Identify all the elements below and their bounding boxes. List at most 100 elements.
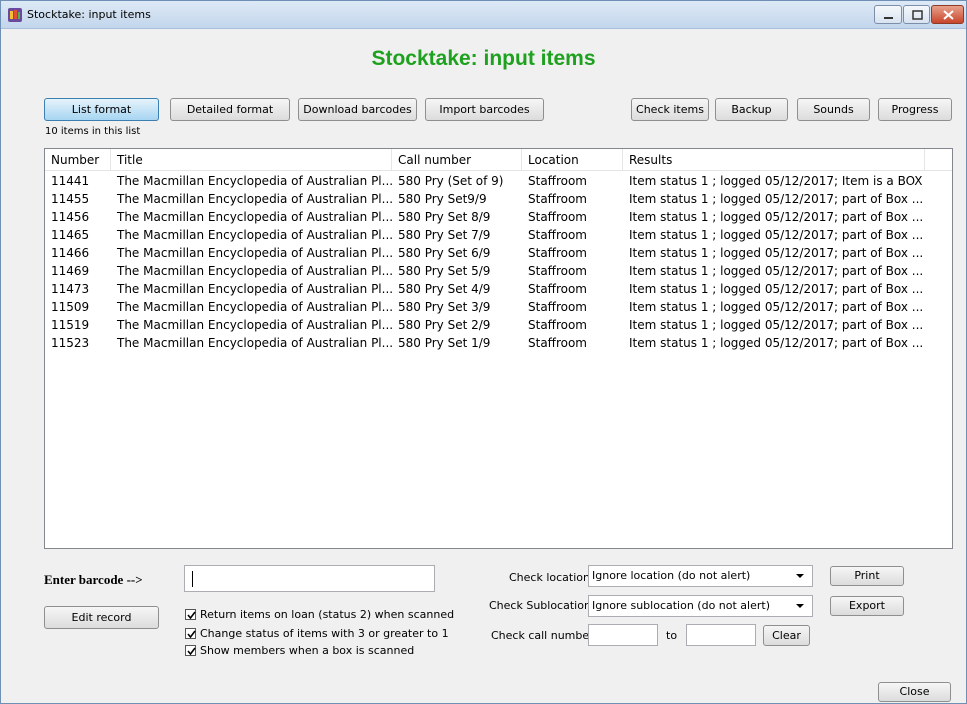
cell-results: Item status 1 ; logged 05/12/2017; part … <box>629 282 924 296</box>
cell-number: 11456 <box>51 210 90 224</box>
show-members-label: Show members when a box is scanned <box>200 644 415 657</box>
title-bar: Stocktake: input items <box>1 1 966 29</box>
checkmark-icon <box>187 647 196 656</box>
cell-location: Staffroom <box>528 282 587 296</box>
cell-results: Item status 1 ; logged 05/12/2017; part … <box>629 300 924 314</box>
cell-title: The Macmillan Encyclopedia of Australian… <box>117 282 392 296</box>
cell-location: Staffroom <box>528 192 587 206</box>
cell-location: Staffroom <box>528 264 587 278</box>
dropdown-arrow-icon <box>796 574 804 578</box>
cell-title: The Macmillan Encyclopedia of Australian… <box>117 174 392 188</box>
column-header-call-number[interactable]: Call number <box>392 149 522 171</box>
cell-results: Item status 1 ; logged 05/12/2017; part … <box>629 192 924 206</box>
export-button[interactable]: Export <box>830 596 904 616</box>
maximize-button[interactable] <box>903 5 930 24</box>
download-barcodes-button[interactable]: Download barcodes <box>298 98 417 121</box>
cell-call-number: 580 Pry Set 8/9 <box>398 210 491 224</box>
list-format-button[interactable]: List format <box>44 98 159 121</box>
cell-results: Item status 1 ; logged 05/12/2017; part … <box>629 246 924 260</box>
to-label: to <box>666 629 678 642</box>
sounds-button[interactable]: Sounds <box>797 98 870 121</box>
close-window-button[interactable] <box>931 5 964 24</box>
table-row[interactable]: 11469 The Macmillan Encyclopedia of Austr… <box>45 262 952 280</box>
call-number-from-input[interactable] <box>588 624 658 646</box>
maximize-icon <box>912 10 923 20</box>
cell-number: 11466 <box>51 246 90 260</box>
window-title: Stocktake: input items <box>27 8 151 21</box>
progress-button[interactable]: Progress <box>878 98 952 121</box>
check-location-select[interactable]: Ignore location (do not alert) <box>588 565 813 587</box>
cell-results: Item status 1 ; logged 05/12/2017; part … <box>629 210 924 224</box>
cell-title: The Macmillan Encyclopedia of Australian… <box>117 192 392 206</box>
table-row[interactable]: 11473 The Macmillan Encyclopedia of Austr… <box>45 280 952 298</box>
table-row[interactable]: 11441 The Macmillan Encyclopedia of Austr… <box>45 172 952 190</box>
close-icon <box>943 10 954 20</box>
check-location-label: Check location: <box>509 571 594 584</box>
cell-title: The Macmillan Encyclopedia of Australian… <box>117 210 392 224</box>
return-on-loan-checkbox[interactable] <box>185 609 196 620</box>
cell-call-number: 580 Pry Set 5/9 <box>398 264 491 278</box>
cell-location: Staffroom <box>528 210 587 224</box>
edit-record-button[interactable]: Edit record <box>44 606 159 629</box>
cell-results: Item status 1 ; logged 05/12/2017; part … <box>629 318 924 332</box>
cell-call-number: 580 Pry Set 6/9 <box>398 246 491 260</box>
table-row[interactable]: 11465 The Macmillan Encyclopedia of Austr… <box>45 226 952 244</box>
cell-number: 11465 <box>51 228 90 242</box>
cell-title: The Macmillan Encyclopedia of Australian… <box>117 318 392 332</box>
cell-number: 11519 <box>51 318 90 332</box>
backup-button[interactable]: Backup <box>715 98 788 121</box>
table-row[interactable]: 11519 The Macmillan Encyclopedia of Austr… <box>45 316 952 334</box>
cell-number: 11509 <box>51 300 90 314</box>
clear-button[interactable]: Clear <box>763 625 810 646</box>
check-sublocation-select[interactable]: Ignore sublocation (do not alert) <box>588 595 813 617</box>
cell-call-number: 580 Pry Set 4/9 <box>398 282 491 296</box>
print-button[interactable]: Print <box>830 566 904 586</box>
cell-location: Staffroom <box>528 300 587 314</box>
items-list[interactable]: Number Title Call number Location Result… <box>44 148 953 549</box>
table-row[interactable]: 11509 The Macmillan Encyclopedia of Austr… <box>45 298 952 316</box>
cell-results: Item status 1 ; logged 05/12/2017; part … <box>629 336 924 350</box>
cell-location: Staffroom <box>528 336 587 350</box>
cell-title: The Macmillan Encyclopedia of Australian… <box>117 336 392 350</box>
cell-location: Staffroom <box>528 246 587 260</box>
barcode-input[interactable] <box>184 565 435 592</box>
cell-call-number: 580 Pry Set 1/9 <box>398 336 491 350</box>
column-header-number[interactable]: Number <box>45 149 111 171</box>
barcode-label: Enter barcode --> <box>44 572 143 587</box>
checkmark-icon <box>187 630 196 639</box>
cell-call-number: 580 Pry Set 3/9 <box>398 300 491 314</box>
cell-call-number: 580 Pry Set 7/9 <box>398 228 491 242</box>
cell-title: The Macmillan Encyclopedia of Australian… <box>117 264 392 278</box>
table-row[interactable]: 11455 The Macmillan Encyclopedia of Austr… <box>45 190 952 208</box>
close-button[interactable]: Close <box>878 682 951 702</box>
call-number-to-input[interactable] <box>686 624 756 646</box>
table-row[interactable]: 11456 The Macmillan Encyclopedia of Austr… <box>45 208 952 226</box>
cell-number: 11523 <box>51 336 90 350</box>
column-header-location[interactable]: Location <box>522 149 623 171</box>
cell-call-number: 580 Pry Set 2/9 <box>398 318 491 332</box>
change-status-checkbox[interactable] <box>185 628 196 639</box>
check-location-value: Ignore location (do not alert) <box>592 569 751 582</box>
return-on-loan-label: Return items on loan (status 2) when sca… <box>200 608 455 621</box>
cell-call-number: 580 Pry Set9/9 <box>398 192 487 206</box>
column-header-title[interactable]: Title <box>111 149 392 171</box>
cell-number: 11469 <box>51 264 90 278</box>
table-row[interactable]: 11523 The Macmillan Encyclopedia of Austr… <box>45 334 952 352</box>
import-barcodes-button[interactable]: Import barcodes <box>425 98 544 121</box>
checkmark-icon <box>187 611 196 620</box>
cell-results: Item status 1 ; logged 05/12/2017; part … <box>629 228 924 242</box>
detailed-format-button[interactable]: Detailed format <box>170 98 290 121</box>
item-count-label: 10 items in this list <box>45 126 141 137</box>
cell-number: 11473 <box>51 282 90 296</box>
cell-location: Staffroom <box>528 174 587 188</box>
check-items-button[interactable]: Check items <box>631 98 709 121</box>
minimize-button[interactable] <box>874 5 902 24</box>
column-header-results[interactable]: Results <box>623 149 925 171</box>
dropdown-arrow-icon <box>796 604 804 608</box>
change-status-label: Change status of items with 3 or greater… <box>200 627 449 640</box>
cell-title: The Macmillan Encyclopedia of Australian… <box>117 300 392 314</box>
table-row[interactable]: 11466 The Macmillan Encyclopedia of Austr… <box>45 244 952 262</box>
show-members-checkbox[interactable] <box>185 645 196 656</box>
cell-number: 11455 <box>51 192 90 206</box>
text-caret <box>192 571 193 587</box>
